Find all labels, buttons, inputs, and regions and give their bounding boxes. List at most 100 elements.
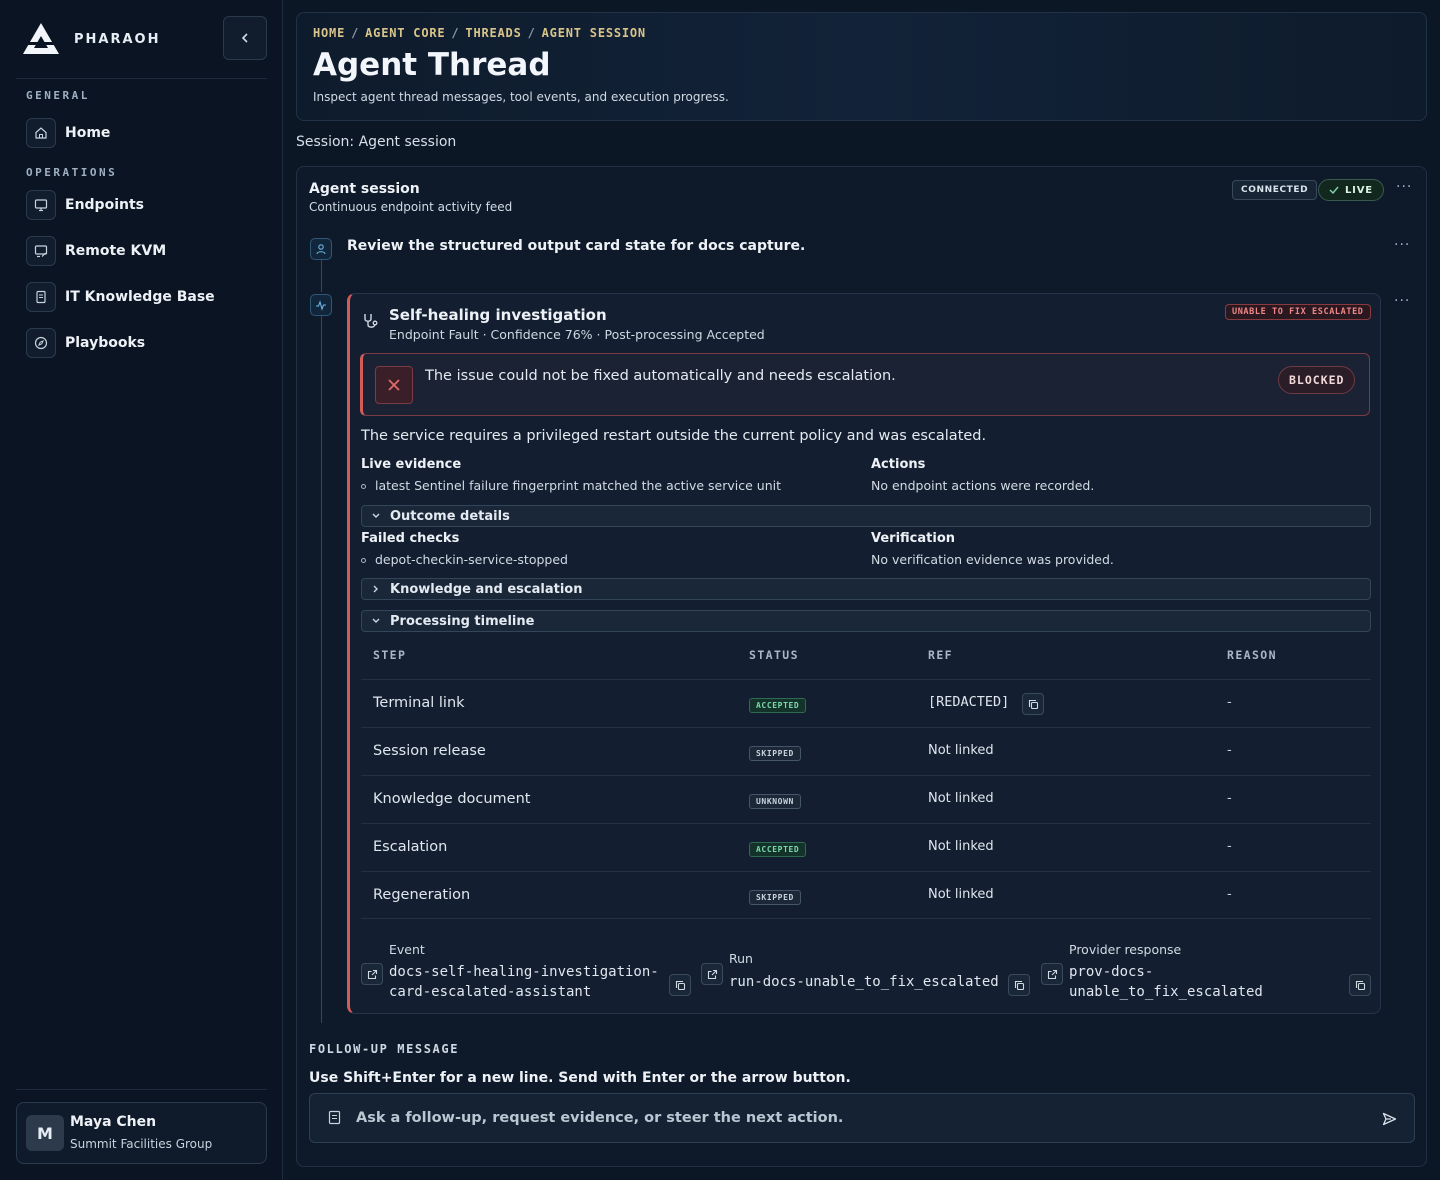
section-operations: OPERATIONS [26, 166, 118, 179]
copy-provider-response-button[interactable] [1349, 974, 1371, 996]
status-badge: SKIPPED [749, 746, 801, 761]
run-label: Run [729, 951, 753, 966]
blocked-badge: BLOCKED [1278, 366, 1356, 394]
section-label: Outcome details [390, 508, 510, 524]
open-provider-response-button[interactable] [1041, 963, 1063, 985]
step-name: Regeneration [373, 887, 471, 903]
verification-text: No verification evidence was provided. [871, 552, 1114, 567]
breadcrumb-threads[interactable]: THREADS [465, 26, 521, 40]
outcome-status-badge: UNABLE TO FIX ESCALATED [1225, 304, 1371, 320]
column-header-step: STEP [373, 648, 407, 662]
reason-value: - [1227, 839, 1232, 854]
sidebar-item-playbooks[interactable]: Playbooks [26, 327, 145, 359]
investigation-more-button[interactable]: ··· [1394, 293, 1410, 309]
reason-value: - [1227, 791, 1232, 806]
sidebar-divider [16, 1089, 267, 1090]
escalation-alert: The issue could not be fixed automatical… [360, 353, 1370, 416]
session-more-button[interactable]: ··· [1396, 179, 1412, 195]
table-row: Knowledge document UNKNOWN Not linked - [361, 775, 1371, 823]
send-button[interactable] [1378, 1109, 1400, 1129]
avatar: M [26, 1115, 64, 1151]
chevron-left-icon [241, 33, 248, 43]
provider-id-line: unable_to_fix_escalated [1069, 984, 1263, 1000]
outcome-details-toggle[interactable]: Outcome details [361, 505, 1371, 527]
step-name: Escalation [373, 839, 448, 855]
copy-button[interactable] [1022, 693, 1044, 715]
copy-event-button[interactable] [669, 974, 691, 996]
monitor-icon [26, 190, 56, 220]
processing-timeline-toggle[interactable]: Processing timeline [361, 610, 1371, 632]
self-healing-investigation-card: Self-healing investigation Endpoint Faul… [347, 293, 1381, 1014]
send-arrow-icon [1382, 1112, 1396, 1126]
breadcrumb-separator: / [527, 26, 536, 40]
section-general: GENERAL [26, 89, 90, 102]
session-title: Agent session [309, 181, 420, 197]
agent-session-card: Agent session Continuous endpoint activi… [296, 166, 1427, 1167]
provider-id-line: prov-docs- [1069, 964, 1154, 980]
provider-response-label: Provider response [1069, 942, 1182, 957]
compass-icon [26, 328, 56, 358]
user-message-icon [310, 238, 332, 260]
failed-checks-heading: Failed checks [361, 531, 460, 546]
alert-message: The issue could not be fixed automatical… [425, 368, 896, 384]
provider-response-id: prov-docs- unable_to_fix_escalated [1069, 962, 1263, 1002]
ref-value: Not linked [928, 791, 994, 806]
ref-value: [REDACTED] [928, 694, 1010, 710]
table-row: Terminal link ACCEPTED [REDACTED] - [361, 679, 1371, 727]
breadcrumb-separator: / [351, 26, 360, 40]
brand[interactable]: PHARAOH [22, 22, 160, 56]
copy-icon [1355, 980, 1365, 990]
breadcrumb-home[interactable]: HOME [313, 26, 345, 40]
follow-up-label: FOLLOW-UP MESSAGE [309, 1042, 460, 1056]
check-icon [1329, 186, 1339, 194]
investigation-summary: The service requires a privileged restar… [361, 428, 987, 444]
page-subtitle: Inspect agent thread messages, tool even… [313, 90, 729, 104]
live-evidence-text: latest Sentinel failure fingerprint matc… [375, 478, 782, 493]
knowledge-escalation-toggle[interactable]: Knowledge and escalation [361, 578, 1371, 600]
follow-up-composer [309, 1093, 1415, 1143]
collapse-sidebar-button[interactable] [223, 16, 267, 60]
run-id: run-docs-unable_to_fix_escalated [729, 974, 999, 990]
breadcrumb-separator: / [451, 26, 460, 40]
sidebar-divider [16, 78, 267, 79]
brand-name: PHARAOH [74, 31, 161, 47]
column-header-ref: REF [928, 648, 953, 662]
user-profile-card[interactable]: M Maya Chen Summit Facilities Group [16, 1102, 267, 1164]
sidebar-item-label: IT Knowledge Base [65, 289, 215, 305]
column-header-status: STATUS [749, 648, 799, 662]
follow-up-input[interactable] [356, 1094, 1356, 1142]
open-run-link-button[interactable] [701, 963, 723, 985]
message-more-button[interactable]: ··· [1394, 237, 1410, 253]
error-x-icon [375, 366, 413, 404]
sidebar-item-remote-kvm[interactable]: Remote KVM [26, 235, 166, 267]
status-badge: ACCEPTED [749, 842, 807, 857]
sidebar-item-endpoints[interactable]: Endpoints [26, 189, 144, 221]
copy-icon [1028, 699, 1038, 709]
copy-run-button[interactable] [1008, 974, 1030, 996]
sidebar: PHARAOH GENERAL Home OPERATIONS Endpoint… [0, 0, 283, 1180]
ref-value: Not linked [928, 887, 994, 902]
live-badge: LIVE [1318, 179, 1384, 201]
sidebar-item-label: Remote KVM [65, 243, 167, 259]
sidebar-item-it-knowledge-base[interactable]: IT Knowledge Base [26, 281, 215, 313]
session-subtitle: Continuous endpoint activity feed [309, 200, 513, 214]
investigation-title: Self-healing investigation [389, 306, 607, 324]
breadcrumb-agent-core[interactable]: AGENT CORE [365, 26, 445, 40]
step-name: Knowledge document [373, 791, 531, 807]
chevron-down-icon [362, 512, 390, 520]
open-event-link-button[interactable] [361, 963, 383, 985]
home-icon [26, 118, 56, 148]
external-link-icon [367, 969, 377, 979]
timeline-connector [321, 315, 322, 1023]
investigation-meta: Endpoint Fault · Confidence 76% · Post-p… [389, 327, 765, 342]
page-title: Agent Thread [313, 47, 551, 83]
live-evidence-heading: Live evidence [361, 457, 462, 472]
sidebar-item-label: Playbooks [65, 335, 146, 351]
table-row: Regeneration SKIPPED Not linked - [361, 871, 1371, 919]
document-icon[interactable] [328, 1110, 341, 1125]
sidebar-item-home[interactable]: Home [26, 117, 110, 149]
actions-text: No endpoint actions were recorded. [871, 478, 1095, 493]
sidebar-item-label: Home [65, 125, 111, 141]
bullet-icon [361, 558, 366, 563]
remote-screen-icon [26, 236, 56, 266]
